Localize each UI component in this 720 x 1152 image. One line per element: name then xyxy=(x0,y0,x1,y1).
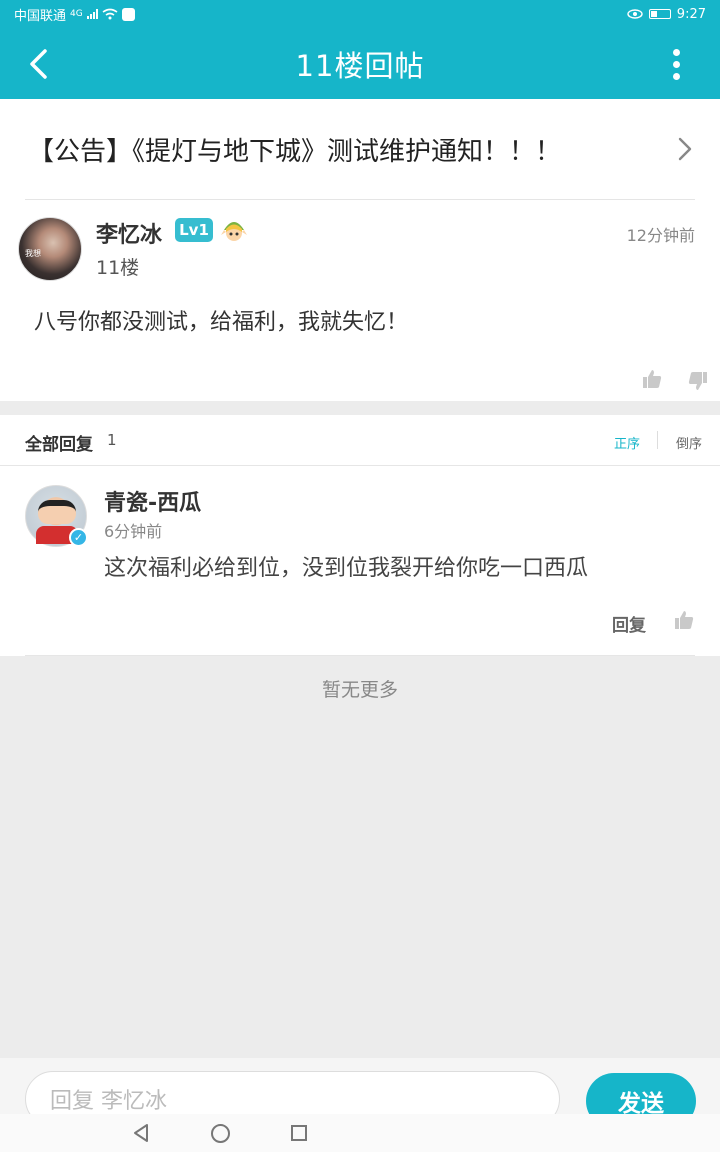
sort-desc-button[interactable]: 倒序 xyxy=(676,433,702,452)
wifi-icon xyxy=(102,8,118,20)
thumbs-up-icon[interactable] xyxy=(674,610,694,630)
post-content: 八号你都没测试，给福利，我就失忆！ xyxy=(34,310,409,335)
reply-time: 6分钟前 xyxy=(104,522,163,541)
sort-asc-button[interactable]: 正序 xyxy=(614,433,640,452)
post-card: 【公告】《提灯与地下城》测试维护通知！！！ 我想 李忆冰 Lv1 11楼 12分… xyxy=(0,99,720,401)
sort-divider xyxy=(657,431,658,449)
thumbs-up-icon[interactable] xyxy=(642,369,662,389)
app-header: 11楼回帖 xyxy=(0,28,720,99)
level-badge: Lv1 xyxy=(175,218,213,242)
no-more-label: 暂无更多 xyxy=(321,679,398,701)
reply-count: 1 xyxy=(107,431,117,449)
page-title: 11楼回帖 xyxy=(295,48,425,83)
replies-header: 全部回复 1 正序 倒序 xyxy=(0,415,720,466)
network-label: 4G xyxy=(70,9,83,19)
thumbs-down-icon[interactable] xyxy=(688,371,708,391)
character-badge-icon xyxy=(221,222,247,241)
more-dots-icon xyxy=(672,48,680,56)
clock: 9:27 xyxy=(676,6,706,22)
screen: 中国联通 4G 9:27 11楼回帖 【公告】《提灯与地下城》测试维护通知！！！… xyxy=(0,0,720,1152)
chevron-right-icon xyxy=(678,137,692,161)
post-time: 12分钟前 xyxy=(626,226,695,245)
eye-comfort-icon xyxy=(627,9,643,19)
author-name[interactable]: 李忆冰 xyxy=(96,217,162,249)
announcement-banner[interactable]: 【公告】《提灯与地下城》测试维护通知！！！ xyxy=(0,99,720,199)
reply-content: 这次福利必给到位，没到位我裂开给你吃一口西瓜 xyxy=(104,556,589,581)
divider xyxy=(25,199,695,200)
battery-icon xyxy=(648,9,671,19)
carrier-label: 中国联通 xyxy=(14,8,67,24)
signal-icon xyxy=(86,9,98,19)
avatar-face xyxy=(38,500,76,524)
announcement-text: 【公告】《提灯与地下城》测试维护通知！！！ xyxy=(28,136,562,167)
nav-back-icon[interactable] xyxy=(132,1123,150,1143)
avatar-caption: 我想 xyxy=(25,249,41,258)
nav-recents-icon[interactable] xyxy=(291,1125,307,1141)
chevron-left-icon xyxy=(30,49,47,79)
reply-composer: 回复 李忆冰 发送 xyxy=(0,1058,720,1129)
floor-number: 11楼 xyxy=(96,257,140,279)
reply-author[interactable]: 青瓷-西瓜 xyxy=(104,485,201,517)
divider xyxy=(25,655,695,656)
avatar[interactable]: 我想 xyxy=(18,217,82,281)
more-menu-button[interactable] xyxy=(662,46,690,82)
verified-icon: ✓ xyxy=(69,528,88,547)
system-nav-bar xyxy=(0,1114,720,1152)
nav-home-icon[interactable] xyxy=(211,1124,230,1143)
app-notification-icon xyxy=(121,7,135,21)
reply-button[interactable]: 回复 xyxy=(612,611,646,636)
all-replies-title: 全部回复 xyxy=(25,435,93,455)
back-button[interactable] xyxy=(22,46,54,82)
reply-item: ✓ 青瓷-西瓜 6分钟前 这次福利必给到位，没到位我裂开给你吃一口西瓜 回复 xyxy=(0,466,720,656)
status-bar: 中国联通 4G 9:27 xyxy=(0,0,720,28)
